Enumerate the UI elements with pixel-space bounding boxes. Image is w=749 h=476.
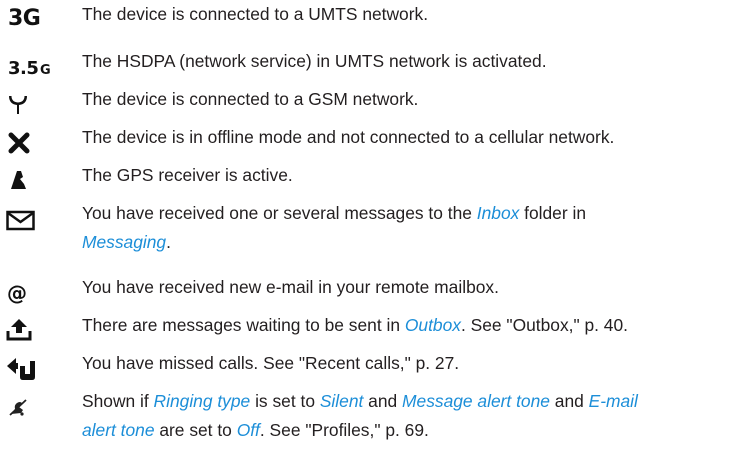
- row-text: The device is connected to a GSM network…: [82, 89, 419, 109]
- indicator-row-outbox: There are messages waiting to be sent in…: [0, 311, 749, 351]
- offline-x-icon: [6, 123, 66, 163]
- email-alert-tone-link-cont[interactable]: alert tone: [82, 420, 155, 440]
- row-text: You have received new e-mail in your rem…: [82, 277, 499, 297]
- email-alert-tone-link[interactable]: E-mail: [589, 391, 638, 411]
- row-text: The device is connected to a UMTS networ…: [82, 4, 429, 24]
- row-text: The GPS receiver is active.: [82, 165, 293, 185]
- gps-receiver-icon: [6, 161, 66, 201]
- indicator-row-missed-calls: You have missed calls. See "Recent calls…: [0, 349, 749, 389]
- indicator-row-gsm: The device is connected to a GSM network…: [0, 85, 749, 125]
- row-text: The HSDPA (network service) in UMTS netw…: [82, 51, 547, 71]
- indicator-row-3g: 3G The device is connected to a UMTS net…: [0, 0, 749, 40]
- ringing-type-link[interactable]: Ringing type: [154, 391, 251, 411]
- indicator-row-offline: The device is in offline mode and not co…: [0, 123, 749, 163]
- silent-link[interactable]: Silent: [320, 391, 364, 411]
- message-alert-tone-link[interactable]: Message alert tone: [402, 391, 550, 411]
- messaging-link[interactable]: Messaging: [82, 232, 166, 252]
- indicator-row-messages: You have received one or several message…: [0, 199, 749, 269]
- row-text: There are messages waiting to be sent in…: [82, 315, 628, 335]
- gsm-antenna-icon: [6, 85, 66, 125]
- indicator-row-gps: The GPS receiver is active.: [0, 161, 749, 201]
- missed-call-arrow-icon: [6, 349, 66, 389]
- indicator-row-silent: Shown if Ringing type is set to Silent a…: [0, 387, 749, 457]
- row-text: The device is in offline mode and not co…: [82, 127, 615, 147]
- silent-bell-icon: [6, 387, 66, 427]
- row-text: You have received one or several message…: [82, 203, 587, 252]
- envelope-icon: [6, 199, 66, 239]
- indicator-row-3-5g: 3.5 G The HSDPA (network service) in UMT…: [0, 47, 749, 87]
- row-text: You have missed calls. See "Recent calls…: [82, 353, 460, 373]
- at-sign-icon: @: [7, 281, 27, 305]
- off-link[interactable]: Off: [237, 420, 260, 440]
- inbox-link[interactable]: Inbox: [477, 203, 520, 223]
- outbox-link[interactable]: Outbox: [405, 315, 461, 335]
- indicator-row-email: @ You have received new e-mail in your r…: [0, 273, 749, 313]
- outbox-upload-icon: [6, 311, 66, 351]
- 3g-icon: 3G: [8, 6, 41, 31]
- row-text: Shown if Ringing type is set to Silent a…: [82, 391, 638, 440]
- 3-5g-icon: 3.5 G: [8, 58, 51, 79]
